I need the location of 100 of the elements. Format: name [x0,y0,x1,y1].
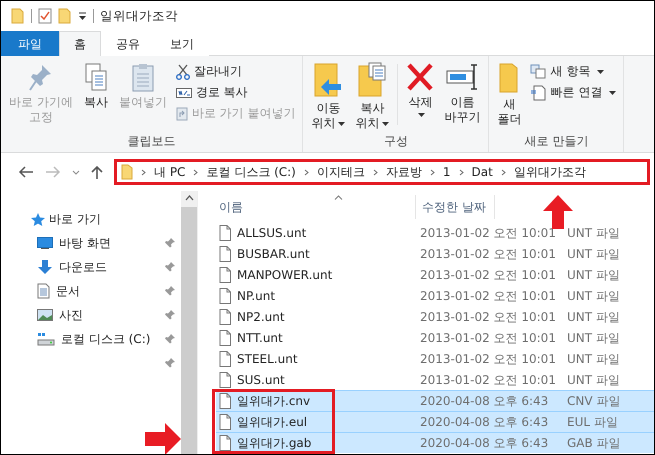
breadcrumb[interactable]: 로컬 디스크 (C:) [206,164,296,180]
folder-icon[interactable] [58,8,72,24]
delete-button[interactable]: 삭제 [402,60,438,133]
checklist-icon[interactable] [38,8,52,24]
date-cell-text: 2013-01-02 오전 10:01 [419,330,557,346]
type-cell-text: UNT 파일 [567,224,621,242]
file-row[interactable]: STEEL.unt 2013-01-02 오전 10:01 UNT 파일 [216,348,654,369]
group-label: 클립보드 [126,133,177,150]
breadcrumb[interactable]: 1 [442,165,450,179]
file-row[interactable]: SUS.unt 2013-01-02 오전 10:01 UNT 파일 [216,369,654,390]
delete-icon [406,62,434,92]
folder-icon[interactable] [11,8,25,24]
file-name: SUS.unt [237,373,285,387]
date-cell-text: 2013-01-02 오전 10:01 [419,266,557,284]
file-row[interactable]: ALLSUS.unt 2013-01-02 오전 10:01 UNT 파일 [216,222,654,243]
move-to-button[interactable]: 이동 위치 [307,60,350,133]
sidebar-item[interactable]: 로컬 디스크 (C:) [61,330,150,348]
chevron-icon [141,168,146,176]
annotation-arrow [543,195,573,229]
image-icon [37,309,53,321]
file-name: BUSBAR.unt [237,247,310,261]
rename-button[interactable]: 이름 바꾸기 [440,60,484,133]
sidebar-item[interactable]: 문서 [56,282,80,300]
chevron-icon [458,168,464,176]
file-row[interactable]: 일위대가.gab 2020-04-08 오후 6:43 GAB 파일 [216,432,654,453]
new-folder-button[interactable]: 새 폴더 [493,60,526,133]
copy-path-button[interactable]: 경로 복사 [172,83,298,102]
type-cell-text: UNT 파일 [567,288,621,304]
date-cell-text: 2013-01-02 오전 10:01 [419,350,557,368]
monitor-icon [37,237,53,249]
breadcrumb[interactable]: 내 PC [154,164,186,180]
date-cell-text: 2013-01-02 오전 10:01 [419,246,557,262]
type-cell-text: CNV 파일 [567,392,622,410]
caret-icon [597,70,604,74]
up-icon[interactable] [91,164,103,180]
copy-button[interactable]: 복사 [78,60,113,133]
caret-icon [609,90,616,94]
chevron-icon [372,168,378,176]
file-icon [219,414,231,430]
group-label: 새로 만들기 [523,133,590,150]
file-row[interactable]: 일위대가.cnv 2020-04-08 오후 6:43 CNV 파일 [216,390,654,411]
file-row[interactable]: NP.unt 2013-01-02 오전 10:01 UNT 파일 [216,285,654,306]
file-icon [219,225,231,241]
date-cell-text: 2013-01-02 오전 10:01 [419,288,557,304]
type-cell-text: EUL 파일 [567,414,619,430]
date-cell-text: 2020-04-08 오후 6:43 [419,414,550,430]
type-cell-text: UNT 파일 [567,246,621,262]
download-icon [37,259,53,275]
folder-arrow-icon [313,62,344,98]
file-row[interactable]: BUSBAR.unt 2013-01-02 오전 10:01 UNT 파일 [216,243,654,264]
breadcrumb[interactable]: 일위대가조각 [514,164,586,180]
file-icon [219,330,231,346]
path-icon [176,88,192,98]
scroll-up-icon[interactable] [184,195,194,201]
file-row[interactable]: 일위대가.eul 2020-04-08 오후 6:43 EUL 파일 [216,411,654,432]
file-name: NTT.unt [237,331,283,345]
file-name: MANPOWER.unt [237,268,332,282]
type-cell-text: UNT 파일 [567,350,621,368]
new-item-button[interactable]: 새 항목 [527,62,620,81]
breadcrumb[interactable]: Dat [472,165,493,179]
copy-icon [82,62,109,92]
file-icon [219,435,231,451]
column-header[interactable]: 이름 [216,195,415,219]
pin-icon [28,62,54,92]
date-cell-text: 2013-01-02 오전 10:01 [419,224,557,242]
copy-to-button[interactable]: 복사 위치 [351,60,394,133]
document-icon [37,283,50,299]
type-cell-text: UNT 파일 [567,372,621,388]
ribbon-tab[interactable]: 홈 [59,31,101,56]
file-icon [219,267,231,283]
file-tab[interactable]: 파일 [1,31,59,56]
cut-button[interactable]: 잘라내기 [172,62,298,81]
file-row[interactable]: NTT.unt 2013-01-02 오전 10:01 UNT 파일 [216,327,654,348]
file-icon [219,246,231,262]
file-icon [219,288,231,304]
date-cell-text: 2020-04-08 오후 6:43 [419,434,550,452]
sidebar-item[interactable]: 바탕 화면 [59,234,111,252]
quick-access-label[interactable]: 바로 가기 [49,210,101,228]
pin-icon [165,358,175,368]
forward-icon[interactable] [45,166,61,178]
file-name: 일위대가.eul [237,414,308,430]
breadcrumb[interactable]: 이지테크 [316,164,365,180]
drive-icon [37,332,55,346]
recent-icon[interactable] [72,170,80,174]
column-header[interactable]: 수정한 날짜 [415,195,494,219]
easy-access-button[interactable]: 빠른 연결 [527,83,620,102]
rename-icon [445,62,480,92]
file-name: NP.unt [237,289,276,303]
date-cell-text: 2013-01-02 오전 10:01 [419,372,557,388]
address-bar[interactable]: 내 PC 로컬 디스크 (C:) 이지테크 자료방 1 Dat 일위대가조각 [114,159,650,185]
caret-icon [382,122,390,126]
file-row[interactable]: MANPOWER.unt 2013-01-02 오전 10:01 UNT 파일 [216,264,654,285]
file-row[interactable]: NP2.unt 2013-01-02 오전 10:01 UNT 파일 [216,306,654,327]
type-cell-text: GAB 파일 [567,434,622,452]
dropdown-icon[interactable] [78,12,87,20]
type-cell-text: UNT 파일 [567,308,621,326]
sidebar-item[interactable]: 다운로드 [59,258,107,276]
sidebar-item[interactable]: 사진 [59,306,83,324]
back-icon[interactable] [18,166,34,178]
breadcrumb[interactable]: 자료방 [386,164,422,180]
